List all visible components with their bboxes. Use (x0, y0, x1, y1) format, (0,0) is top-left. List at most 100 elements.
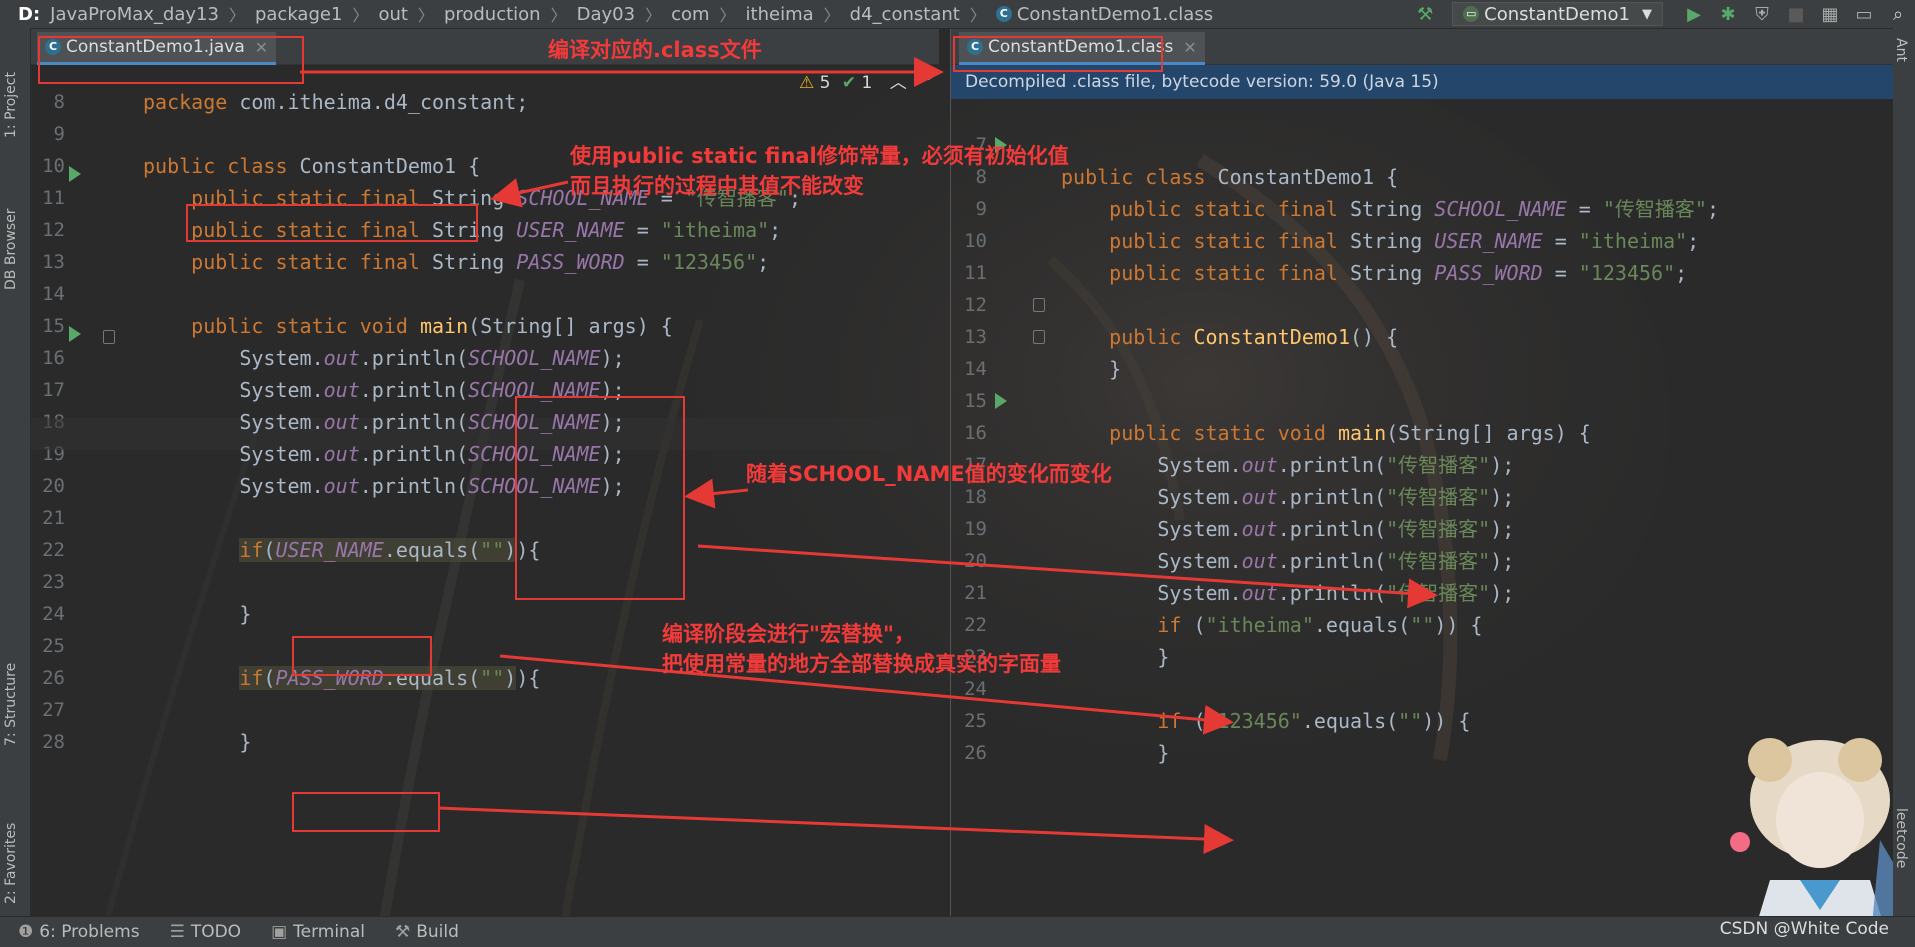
tool-tab-structure[interactable]: 7: Structure (3, 663, 19, 746)
project-structure-icon[interactable]: ▦ (1817, 2, 1843, 26)
tool-tab-db-browser[interactable]: DB Browser (3, 208, 19, 290)
code-line[interactable]: System.out.println(SCHOOL_NAME); (143, 342, 624, 374)
annotation-box-user-name (292, 636, 432, 676)
annotation-compile: 编译对应的.class文件 (548, 38, 762, 62)
breadcrumb-item[interactable]: JavaProMax_day13 (50, 4, 229, 25)
annotation-macro-line1: 编译阶段会进行"宏替换"， (662, 622, 915, 646)
code-line[interactable]: System.out.println("传智播客"); (1061, 481, 1514, 513)
code-line[interactable]: if ("itheima".equals("")) { (1061, 609, 1482, 641)
annotation-box-pass-word (292, 792, 440, 832)
annotation-box-class-tab (953, 36, 1163, 72)
line-number: 8 (53, 91, 65, 113)
toolbar: ⚒ ▭ ConstantDemo1 ▼ ▶ ✱ ⛨ ■ ▦ ▭ ⌕ (1408, 0, 1915, 28)
breadcrumb-item[interactable]: package1 (255, 4, 352, 25)
code-line[interactable]: System.out.println("传智播客"); (1061, 513, 1514, 545)
annotation-box-modifiers (186, 204, 478, 242)
breadcrumb-item[interactable]: out (378, 4, 417, 25)
line-number: 26 (42, 667, 65, 689)
close-icon[interactable]: ✕ (1183, 38, 1196, 57)
line-number: 21 (964, 582, 987, 604)
breadcrumb-item[interactable]: d4_constant (850, 4, 970, 25)
code-line[interactable]: public class ConstantDemo1 { (1061, 161, 1398, 193)
bottom-tool-bar: ❶ 6: Problems ☰ TODO ▣ Terminal ⚒ Build (0, 916, 1915, 947)
code-line[interactable]: public static void main(String[] args) { (1061, 417, 1591, 449)
line-number: 24 (42, 603, 65, 625)
code-line[interactable]: public static final String SCHOOL_NAME =… (1061, 193, 1719, 225)
annotation-box-school-name-usages (515, 396, 685, 600)
tool-tab-ant[interactable]: Ant (1893, 38, 1909, 62)
ok-count: 1 (861, 73, 873, 93)
code-line[interactable]: } (1061, 737, 1169, 769)
code-line[interactable]: public static final String PASS_WORD = "… (143, 246, 769, 278)
code-line[interactable]: System.out.println("传智播客"); (1061, 577, 1514, 609)
class-file-icon: C (995, 6, 1012, 22)
tool-tab-terminal[interactable]: ▣ Terminal (271, 922, 365, 942)
build-hammer-icon[interactable]: ⚒ (1412, 2, 1438, 26)
run-gutter-icon[interactable] (69, 166, 81, 182)
warning-icon: ⚠ (799, 73, 815, 93)
code-line[interactable]: public ConstantDemo1() { (1061, 321, 1398, 353)
chevron-up-icon[interactable]: ︿ (890, 73, 907, 93)
run-gutter-icon[interactable] (995, 393, 1007, 409)
breadcrumb-item-current[interactable]: ConstantDemo1.class (1017, 4, 1223, 25)
run-icon[interactable]: ▶ (1681, 2, 1707, 26)
breadcrumb-item[interactable]: production (444, 4, 551, 25)
annotation-modifier-line2: 而且执行的过程中其值不能改变 (570, 174, 864, 198)
fold-icon[interactable] (1033, 330, 1045, 344)
line-number: 14 (964, 358, 987, 380)
code-line[interactable]: } (143, 598, 251, 630)
navigation-bar: D: JavaProMax_day13 〉 package1 〉 out 〉 prod… (0, 0, 1915, 29)
line-number: 25 (42, 635, 65, 657)
inspection-widget[interactable]: ⚠ 5 ✔ 1 ︿ ﹀ (799, 68, 937, 93)
code-line[interactable]: public static final String PASS_WORD = "… (1061, 257, 1687, 289)
code-line[interactable]: System.out.println("传智播客"); (1061, 449, 1514, 481)
code-line[interactable]: if ("123456".equals("")) { (1061, 705, 1470, 737)
coverage-icon[interactable]: ⛨ (1749, 2, 1775, 26)
search-icon[interactable]: ⌕ (1885, 2, 1911, 26)
run-configuration-select[interactable]: ▭ ConstantDemo1 ▼ (1452, 2, 1663, 26)
code-line[interactable]: System.out.println("传智播客"); (1061, 545, 1514, 577)
stop-icon[interactable]: ■ (1783, 2, 1809, 26)
code-line[interactable]: } (1061, 353, 1121, 385)
tool-tab-build[interactable]: ⚒ Build (395, 922, 459, 942)
tool-tab-problems[interactable]: ❶ 6: Problems (18, 922, 140, 942)
line-number: 21 (42, 507, 65, 529)
fold-icon[interactable] (1033, 298, 1045, 312)
line-number: 26 (964, 742, 987, 764)
breadcrumb-item[interactable]: Day03 (577, 4, 645, 25)
chevron-right-icon: 〉 (550, 6, 567, 25)
breadcrumb-item[interactable]: itheima (746, 4, 824, 25)
code-line[interactable]: } (1061, 641, 1169, 673)
code-line[interactable]: if(USER_NAME.equals("")){ (143, 534, 540, 566)
tool-tab-leetcode[interactable]: leetcode (1893, 808, 1909, 868)
fold-icon[interactable] (103, 330, 115, 344)
tool-tab-todo[interactable]: ☰ TODO (170, 922, 242, 942)
code-line[interactable]: } (143, 726, 251, 758)
todo-label: TODO (190, 922, 242, 942)
line-number: 16 (964, 422, 987, 444)
watermark: CSDN @White Code (1719, 919, 1889, 939)
code-line[interactable]: public class ConstantDemo1 { (143, 150, 480, 182)
debug-icon[interactable]: ✱ (1715, 2, 1741, 26)
tool-tab-project[interactable]: 1: Project (3, 72, 19, 138)
line-number: 19 (964, 518, 987, 540)
list-icon: ☰ (169, 922, 185, 942)
line-number: 9 (975, 198, 987, 220)
tool-tab-favorites[interactable]: 2: Favorites (3, 823, 19, 904)
line-number: 20 (964, 550, 987, 572)
code-line[interactable]: public static void main(String[] args) { (143, 310, 673, 342)
line-number: 12 (42, 219, 65, 241)
line-number: 22 (964, 614, 987, 636)
line-number: 17 (42, 379, 65, 401)
chevron-right-icon: 〉 (352, 6, 369, 25)
breadcrumb-item[interactable]: com (671, 4, 719, 25)
chevron-down-icon[interactable]: ﹀ (920, 73, 937, 93)
code-line[interactable]: package com.itheima.d4_constant; (143, 86, 528, 118)
run-gutter-icon[interactable] (69, 326, 81, 342)
code-line[interactable]: public static final String USER_NAME = "… (1061, 225, 1699, 257)
chevron-right-icon: 〉 (823, 6, 840, 25)
window-icon[interactable]: ▭ (1851, 2, 1877, 26)
annotation-macro-line2: 把使用常量的地方全部替换成真实的字面量 (662, 652, 1061, 676)
breadcrumb-drive[interactable]: D: (18, 4, 50, 25)
annotation-modifier-line1: 使用public static final修饰常量，必须有初始化值 (570, 144, 1069, 168)
